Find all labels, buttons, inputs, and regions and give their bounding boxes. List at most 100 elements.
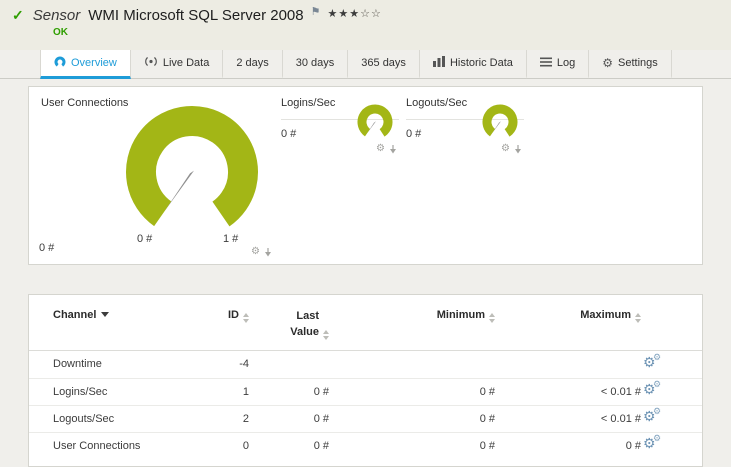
tab-settings[interactable]: ⚙ Settings — [589, 50, 672, 79]
priority-flag-icon[interactable]: ⚑ — [311, 5, 321, 18]
channel-name[interactable]: Downtime — [29, 358, 203, 370]
content-area: User Connections 0 # 0 # 1 # ⚙ Logins/Se… — [0, 79, 731, 467]
primary-gauge-min-label: 0 # — [137, 233, 153, 245]
tab-365-days[interactable]: 365 days — [348, 50, 420, 79]
sort-icon[interactable] — [489, 313, 495, 323]
tab-label: Historic Data — [449, 57, 513, 69]
table-header-row: Channel ID Last Value Minimum Maximum — [29, 295, 702, 351]
channel-settings-icon[interactable]: ⚙ ⚙ — [643, 407, 665, 425]
primary-gauge-value: 0 # — [39, 242, 55, 254]
tab-2-days[interactable]: 2 days — [223, 50, 283, 79]
logouts-gauge-block: Logouts/Sec 0 # ⚙ — [406, 95, 524, 165]
logins-gauge-actions: ⚙ — [376, 144, 397, 154]
logouts-gauge-title: Logouts/Sec — [406, 97, 468, 109]
channel-minimum: 0 # — [479, 412, 495, 425]
channel-maximum: < 0.01 # — [600, 385, 641, 398]
gear-icon[interactable]: ⚙ — [376, 144, 385, 154]
logins-gauge-title: Logins/Sec — [281, 97, 336, 109]
tab-label: Settings — [618, 57, 658, 69]
channel-name[interactable]: Logins/Sec — [29, 386, 203, 398]
tab-label: Log — [556, 57, 576, 69]
gear-icon[interactable]: ⚙ — [251, 247, 260, 257]
stars-empty[interactable]: ☆☆ — [360, 8, 382, 20]
header-label: Maximum — [580, 309, 631, 321]
page-title: WMI Microsoft SQL Server 2008 — [88, 7, 304, 24]
logins-gauge-value: 0 # — [281, 128, 297, 140]
logouts-gauge-actions: ⚙ — [501, 144, 522, 154]
tab-live-data[interactable]: Live Data — [131, 50, 224, 79]
pin-icon[interactable] — [264, 247, 272, 257]
primary-gauge-actions: ⚙ — [251, 247, 272, 257]
sort-icon[interactable] — [635, 313, 641, 323]
channel-last-value: 0 # — [313, 385, 329, 398]
tab-label: 30 days — [295, 57, 335, 69]
header-id[interactable]: ID — [203, 309, 251, 323]
table-row[interactable]: Downtime -4 ⚙ ⚙ — [29, 351, 702, 378]
header-last-value[interactable]: Last Value — [251, 309, 331, 341]
header-label: Minimum — [436, 309, 485, 321]
channel-id: 2 — [242, 412, 249, 425]
logouts-gauge — [482, 104, 518, 140]
pin-icon[interactable] — [514, 144, 522, 154]
tab-log[interactable]: Log — [527, 50, 590, 79]
header-maximum[interactable]: Maximum — [497, 309, 643, 323]
channel-maximum: 0 # — [625, 439, 641, 452]
sort-icon[interactable] — [243, 313, 249, 323]
log-list-icon — [539, 57, 552, 70]
channel-minimum: 0 # — [479, 439, 495, 452]
status-badge: OK — [53, 27, 68, 38]
gauge-needle — [164, 170, 194, 212]
channel-last-value: 0 # — [313, 412, 329, 425]
tab-label: Live Data — [162, 57, 210, 69]
table-row[interactable]: User Connections 0 0 # 0 # 0 # ⚙ ⚙ — [29, 431, 702, 459]
channel-settings-icon[interactable]: ⚙ ⚙ — [643, 380, 665, 398]
tab-bar: Overview Live Data 2 days 30 days 365 da… — [0, 50, 731, 79]
channel-id: 0 — [242, 439, 249, 452]
channel-settings-icon[interactable]: ⚙ ⚙ — [643, 434, 665, 452]
favorite-rating[interactable]: ★★★☆☆ — [327, 7, 381, 20]
header-channel[interactable]: Channel — [29, 309, 203, 321]
header-label: ID — [228, 309, 239, 321]
settings-gear-icon: ⚙ — [602, 56, 614, 70]
pin-icon[interactable] — [389, 144, 397, 154]
stars-filled[interactable]: ★★★ — [327, 8, 360, 20]
table-row[interactable]: Logins/Sec 1 0 # 0 # < 0.01 # ⚙ ⚙ — [29, 377, 702, 405]
channel-id: -4 — [239, 358, 249, 371]
channel-maximum: < 0.01 # — [600, 412, 641, 425]
historic-chart-icon — [432, 56, 445, 70]
channel-name[interactable]: User Connections — [29, 440, 203, 452]
header-label: Last Value — [290, 310, 319, 338]
overview-gauge-icon — [54, 56, 66, 71]
channel-id: 1 — [242, 385, 249, 398]
logouts-gauge-value: 0 # — [406, 128, 422, 140]
channel-minimum: 0 # — [479, 385, 495, 398]
primary-gauge-max-label: 1 # — [223, 233, 239, 245]
logins-gauge — [357, 104, 393, 140]
channel-last-value: 0 # — [313, 439, 329, 452]
channels-table-panel: Channel ID Last Value Minimum Maximum Do… — [28, 294, 703, 467]
table-row[interactable]: Logouts/Sec 2 0 # 0 # < 0.01 # ⚙ ⚙ — [29, 404, 702, 432]
tab-label: 365 days — [361, 57, 406, 69]
header-minimum[interactable]: Minimum — [331, 309, 497, 323]
primary-gauge-title: User Connections — [41, 97, 129, 109]
tab-historic-data[interactable]: Historic Data — [420, 50, 527, 79]
sensor-header: ✓ Sensor WMI Microsoft SQL Server 2008 ⚑… — [0, 0, 731, 50]
channel-settings-icon[interactable]: ⚙ ⚙ — [643, 352, 665, 371]
sort-icon[interactable] — [323, 329, 329, 340]
logins-gauge-block: Logins/Sec 0 # ⚙ — [281, 95, 399, 165]
user-connections-gauge — [126, 106, 258, 238]
header-label: Channel — [53, 309, 97, 321]
status-ok-check-icon: ✓ — [12, 7, 24, 23]
gauge-needle — [367, 121, 376, 133]
gauges-panel: User Connections 0 # 0 # 1 # ⚙ Logins/Se… — [28, 86, 703, 265]
channel-name[interactable]: Logouts/Sec — [29, 413, 203, 425]
channel-sort-dropdown-icon[interactable] — [101, 312, 110, 317]
tab-overview[interactable]: Overview — [40, 50, 131, 79]
gauge-needle — [492, 121, 501, 133]
tab-30-days[interactable]: 30 days — [283, 50, 349, 79]
tab-label: Overview — [71, 57, 117, 69]
tab-label: 2 days — [236, 57, 269, 69]
object-kind-label: Sensor — [32, 7, 81, 24]
gear-icon[interactable]: ⚙ — [501, 144, 510, 154]
live-data-broadcast-icon — [144, 56, 158, 70]
